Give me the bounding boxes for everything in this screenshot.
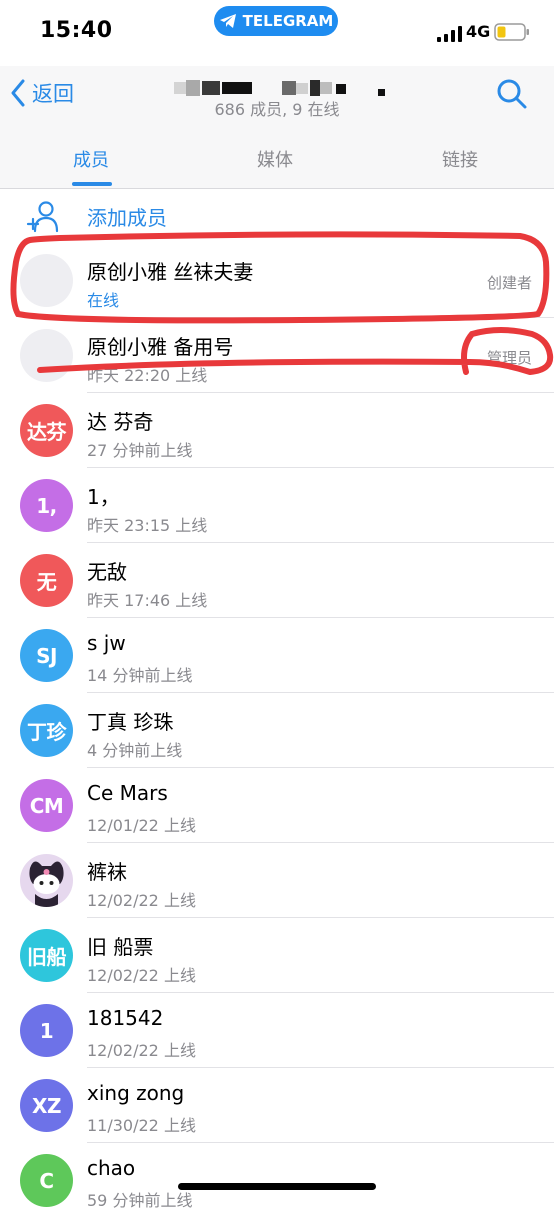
member-status: 12/02/22 上线 bbox=[87, 966, 196, 985]
member-row[interactable]: 1 181542 12/02/22 上线 bbox=[0, 993, 554, 1068]
avatar: 无 bbox=[20, 554, 73, 607]
tab-bar: 成员 媒体 链接 bbox=[0, 138, 554, 188]
member-row[interactable]: 原创小雅 丝袜夫妻 在线 创建者 bbox=[0, 243, 554, 318]
home-indicator[interactable] bbox=[178, 1183, 376, 1190]
member-row[interactable]: 达芬 达 芬奇 27 分钟前上线 bbox=[0, 393, 554, 468]
member-name: 原创小雅 丝袜夫妻 bbox=[87, 260, 254, 284]
signal-icon bbox=[437, 26, 462, 42]
member-row[interactable]: 旧船 旧 船票 12/02/22 上线 bbox=[0, 918, 554, 993]
chat-header: 返回 686 成员, 9 在线 成员 媒体 链接 bbox=[0, 66, 554, 189]
member-name: 裤袜 bbox=[87, 860, 127, 884]
tab-members[interactable]: 成员 bbox=[73, 146, 109, 172]
member-status: 昨天 22:20 上线 bbox=[87, 366, 208, 385]
member-status: 12/02/22 上线 bbox=[87, 1041, 196, 1060]
avatar: 1 bbox=[20, 1004, 73, 1057]
avatar bbox=[20, 329, 73, 382]
search-icon[interactable] bbox=[494, 76, 530, 112]
member-name: 1， bbox=[87, 485, 120, 509]
avatar: 达芬 bbox=[20, 404, 73, 457]
tab-media[interactable]: 媒体 bbox=[257, 146, 293, 172]
avatar: CM bbox=[20, 779, 73, 832]
member-name: 无敌 bbox=[87, 560, 127, 584]
member-status: 12/01/22 上线 bbox=[87, 816, 196, 835]
member-status: 4 分钟前上线 bbox=[87, 741, 183, 760]
active-tab-indicator bbox=[72, 182, 112, 186]
member-row[interactable]: 丁珍 丁真 珍珠 4 分钟前上线 bbox=[0, 693, 554, 768]
member-row[interactable]: 1, 1， 昨天 23:15 上线 bbox=[0, 468, 554, 543]
member-name: 181542 bbox=[87, 1006, 164, 1030]
member-name: xing zong bbox=[87, 1081, 185, 1105]
telegram-plane-icon bbox=[219, 14, 236, 28]
member-row[interactable]: C chao 59 分钟前上线 bbox=[0, 1143, 554, 1218]
role-badge: 管理员 bbox=[486, 349, 532, 367]
member-name: 旧 船票 bbox=[87, 935, 154, 959]
member-status: 在线 bbox=[87, 291, 120, 310]
member-list: 原创小雅 丝袜夫妻 在线 创建者 原创小雅 备用号 昨天 22:20 上线 管理… bbox=[0, 243, 554, 1218]
member-name: chao bbox=[87, 1156, 136, 1180]
member-name: Ce Mars bbox=[87, 781, 168, 805]
member-name: s jw bbox=[87, 631, 126, 655]
avatar: 1, bbox=[20, 479, 73, 532]
member-row[interactable]: CM Ce Mars 12/01/22 上线 bbox=[0, 768, 554, 843]
member-status: 昨天 23:15 上线 bbox=[87, 516, 208, 535]
member-status: 11/30/22 上线 bbox=[87, 1116, 196, 1135]
cartoon-character-avatar-icon bbox=[29, 861, 64, 907]
clock: 15:40 bbox=[40, 18, 113, 43]
avatar: 丁珍 bbox=[20, 704, 73, 757]
add-member-label: 添加成员 bbox=[87, 206, 167, 230]
avatar: C bbox=[20, 1154, 73, 1207]
member-row[interactable]: XZ xing zong 11/30/22 上线 bbox=[0, 1068, 554, 1143]
avatar: SJ bbox=[20, 629, 73, 682]
member-status: 12/02/22 上线 bbox=[87, 891, 196, 910]
member-name: 原创小雅 备用号 bbox=[87, 335, 234, 359]
member-row[interactable]: SJ s jw 14 分钟前上线 bbox=[0, 618, 554, 693]
status-bar: 15:40 TELEGRAM 4G bbox=[0, 0, 554, 66]
telegram-pill[interactable]: TELEGRAM bbox=[214, 6, 338, 36]
role-badge: 创建者 bbox=[486, 274, 532, 292]
member-count-subtitle: 686 成员, 9 在线 bbox=[214, 100, 340, 119]
battery-icon bbox=[494, 23, 529, 41]
avatar: 旧船 bbox=[20, 929, 73, 982]
network-type: 4G bbox=[466, 22, 491, 41]
member-status: 昨天 17:46 上线 bbox=[87, 591, 208, 610]
member-status: 27 分钟前上线 bbox=[87, 441, 193, 460]
member-name: 丁真 珍珠 bbox=[87, 710, 174, 734]
add-member-button[interactable]: 添加成员 bbox=[0, 190, 554, 242]
redacted-group-title bbox=[174, 80, 385, 96]
avatar bbox=[20, 254, 73, 307]
member-status: 14 分钟前上线 bbox=[87, 666, 193, 685]
avatar bbox=[20, 854, 73, 907]
tab-links[interactable]: 链接 bbox=[442, 146, 478, 172]
add-user-icon bbox=[26, 201, 59, 233]
avatar: XZ bbox=[20, 1079, 73, 1132]
member-row[interactable]: 裤袜 12/02/22 上线 bbox=[0, 843, 554, 918]
member-row[interactable]: 原创小雅 备用号 昨天 22:20 上线 管理员 bbox=[0, 318, 554, 393]
member-name: 达 芬奇 bbox=[87, 410, 154, 434]
member-row[interactable]: 无 无敌 昨天 17:46 上线 bbox=[0, 543, 554, 618]
member-status: 59 分钟前上线 bbox=[87, 1191, 193, 1210]
telegram-pill-label: TELEGRAM bbox=[242, 12, 334, 30]
